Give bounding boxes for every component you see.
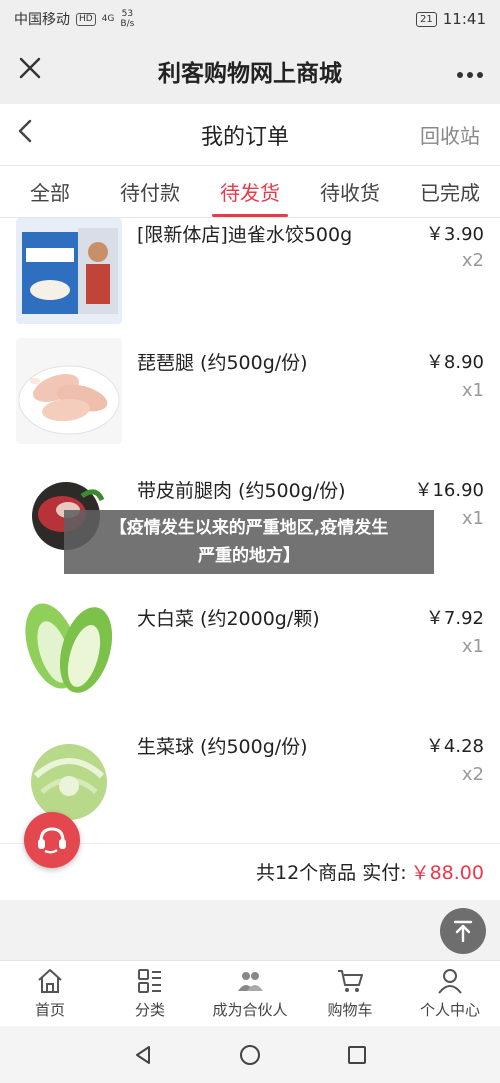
- home-circle-icon[interactable]: [239, 1044, 261, 1066]
- lettuce-image: [16, 726, 122, 832]
- headset-icon: [38, 827, 66, 854]
- tab-all[interactable]: 全部: [0, 166, 100, 217]
- tab-pending-payment[interactable]: 待付款: [100, 166, 200, 217]
- chicken-drumstick-image: [16, 338, 122, 444]
- nav-cart-label: 购物车: [327, 1001, 373, 1019]
- paid-label: 实付:: [362, 862, 407, 884]
- more-icon[interactable]: [440, 56, 500, 86]
- list-item[interactable]: [限新体店]迪雀水饺500g ￥3.90 x2: [0, 218, 500, 346]
- bottom-navigation: 首页 分类 成为合伙人 购物车 个人中心: [0, 960, 500, 1026]
- battery-icon: 21: [416, 11, 437, 27]
- item-quantity: x1: [461, 508, 484, 529]
- back-triangle-icon[interactable]: [132, 1044, 154, 1066]
- nav-partner-label: 成为合伙人: [212, 1001, 288, 1019]
- tab-pending-shipment[interactable]: 待发货: [200, 166, 300, 217]
- arrow-up-icon: [453, 920, 473, 943]
- clock: 11:41: [442, 10, 486, 28]
- banner-line-1: 【疫情发生以来的严重地区,疫情发生: [109, 518, 389, 538]
- item-name: 琵琶腿 (约500g/份): [137, 352, 308, 374]
- speed-value: 53: [121, 9, 134, 19]
- dumpling-image: [16, 218, 122, 324]
- overlay-banner: 【疫情发生以来的严重地区,疫情发生 严重的地方】: [64, 510, 434, 574]
- partner-icon: [238, 972, 263, 991]
- network-speed: 53 B/s: [120, 9, 134, 29]
- napa-cabbage-image: [16, 594, 122, 700]
- recycle-bin-link[interactable]: 回收站: [400, 120, 500, 149]
- back-to-top-button[interactable]: [440, 908, 486, 954]
- tab-pending-receipt[interactable]: 待收货: [300, 166, 400, 217]
- category-icon: [138, 969, 161, 993]
- nav-home-label: 首页: [34, 1001, 65, 1019]
- item-quantity: x2: [461, 764, 484, 785]
- list-item[interactable]: 大白菜 (约2000g/颗) ￥7.92 x1: [0, 594, 500, 722]
- list-item[interactable]: 琵琶腿 (约500g/份) ￥8.90 x1: [0, 338, 500, 466]
- nav-partner[interactable]: 成为合伙人: [200, 961, 300, 1026]
- recents-square-icon[interactable]: [346, 1044, 368, 1066]
- item-name: 大白菜 (约2000g/颗): [137, 608, 320, 630]
- customer-service-button[interactable]: [24, 812, 80, 868]
- item-quantity: x1: [461, 380, 484, 401]
- carrier-label: 中国移动: [14, 12, 70, 28]
- item-price: ￥4.28: [425, 736, 484, 757]
- item-price: ￥16.90: [414, 480, 484, 501]
- app-bar: 利客购物网上商城: [0, 38, 500, 104]
- item-name: 带皮前腿肉 (约500g/份): [137, 480, 346, 502]
- total-amount: ￥88.00: [410, 862, 484, 884]
- item-name: 生菜球 (约500g/份): [137, 736, 308, 758]
- app-title: 利客购物网上商城: [158, 61, 342, 87]
- system-navigation-bar: [0, 1026, 500, 1083]
- nav-home[interactable]: 首页: [0, 961, 100, 1026]
- nav-profile-label: 个人中心: [419, 1001, 480, 1019]
- status-bar: 中国移动 HD 4G 53 B/s 21 11:41: [0, 0, 500, 38]
- nav-category-label: 分类: [134, 1001, 165, 1019]
- cart-icon: [338, 970, 363, 992]
- nav-category[interactable]: 分类: [100, 961, 200, 1026]
- banner-line-2: 严重的地方】: [198, 546, 300, 566]
- nav-profile[interactable]: 个人中心: [400, 961, 500, 1026]
- speed-unit: B/s: [120, 19, 135, 29]
- user-icon: [438, 969, 462, 994]
- item-count: 共12个商品: [256, 862, 357, 884]
- item-quantity: x2: [461, 250, 484, 271]
- item-quantity: x1: [461, 636, 484, 657]
- item-price: ￥3.90: [425, 224, 484, 245]
- close-icon[interactable]: [0, 54, 60, 89]
- tab-completed[interactable]: 已完成: [400, 166, 500, 217]
- page-header: 我的订单 回收站: [0, 104, 500, 166]
- back-icon[interactable]: [0, 118, 50, 151]
- signal-icon: 4G: [101, 13, 115, 24]
- hd-badge: HD: [76, 12, 96, 26]
- home-icon: [38, 969, 62, 993]
- page-title: 我的订单: [200, 124, 289, 150]
- item-price: ￥8.90: [425, 352, 484, 373]
- item-name: [限新体店]迪雀水饺500g: [137, 224, 353, 246]
- order-status-tabs: 全部 待付款 待发货 待收货 已完成: [0, 166, 500, 218]
- nav-cart[interactable]: 购物车: [300, 961, 400, 1026]
- item-price: ￥7.92: [425, 608, 484, 629]
